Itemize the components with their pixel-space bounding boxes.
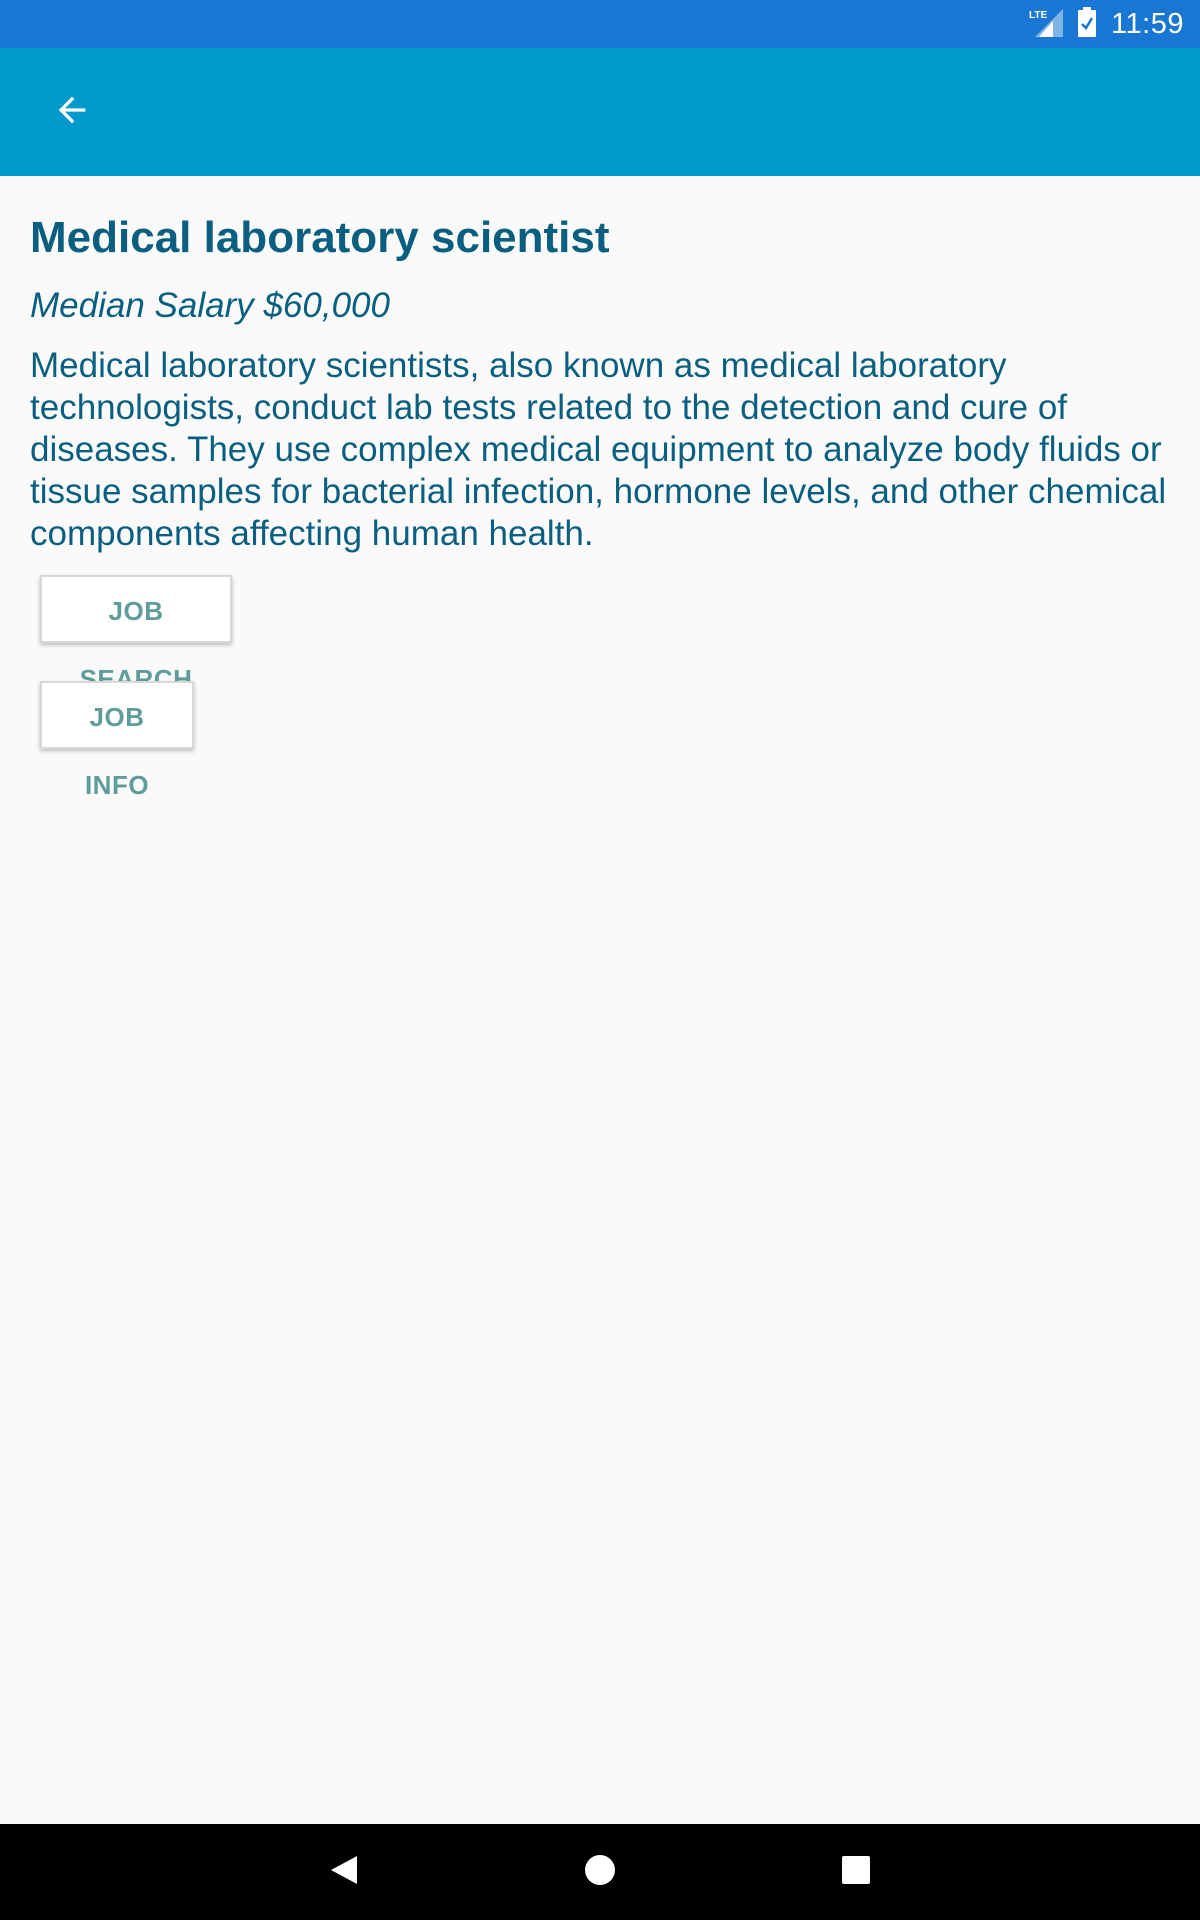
nav-back-icon bbox=[327, 1853, 361, 1892]
nav-back-button[interactable] bbox=[296, 1824, 392, 1920]
battery-icon bbox=[1077, 6, 1097, 42]
job-title: Medical laboratory scientist bbox=[30, 213, 610, 262]
nav-recents-icon bbox=[840, 1854, 872, 1891]
arrow-back-icon bbox=[52, 90, 92, 135]
system-nav-bar bbox=[0, 1824, 1200, 1920]
median-salary: Median Salary $60,000 bbox=[30, 285, 390, 325]
job-detail: Medical laboratory scientist Median Sala… bbox=[30, 176, 1170, 800]
nav-home-icon bbox=[583, 1853, 617, 1892]
status-bar: LTE 11:59 bbox=[0, 0, 1200, 48]
job-description: Medical laboratory scientists, also know… bbox=[30, 345, 1167, 553]
job-search-button[interactable]: JOB SEARCH bbox=[40, 575, 232, 694]
job-info-button[interactable]: JOB INFO bbox=[40, 681, 194, 800]
app-bar bbox=[0, 48, 1200, 176]
nav-recents-button[interactable] bbox=[808, 1824, 904, 1920]
network-label: LTE bbox=[1029, 10, 1047, 21]
lte-signal-icon: LTE bbox=[1029, 7, 1064, 42]
nav-home-button[interactable] bbox=[552, 1824, 648, 1920]
back-button[interactable] bbox=[36, 76, 108, 148]
status-time: 11:59 bbox=[1111, 7, 1184, 40]
status-icons: LTE 11:59 bbox=[1029, 0, 1184, 48]
